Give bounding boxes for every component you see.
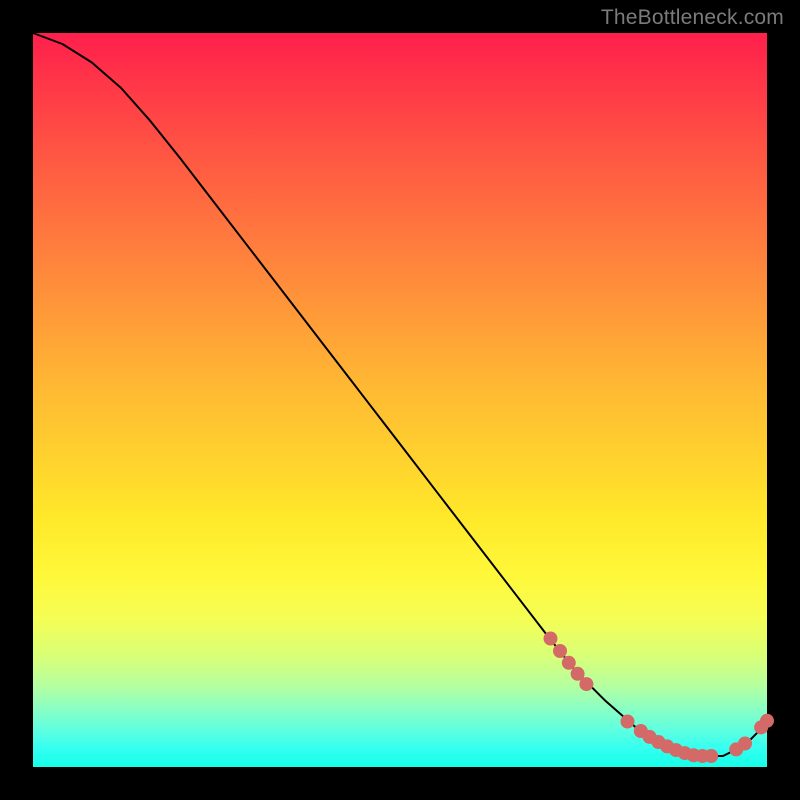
plot-area — [33, 33, 767, 767]
chart-svg — [33, 33, 767, 767]
markers-group — [544, 632, 775, 764]
data-marker — [544, 632, 558, 646]
data-marker — [553, 644, 567, 658]
watermark-text: TheBottleneck.com — [601, 6, 784, 30]
curve-line — [33, 33, 767, 756]
data-marker — [704, 749, 718, 763]
data-marker — [562, 656, 576, 670]
data-marker — [760, 714, 774, 728]
data-marker — [738, 737, 752, 751]
chart-frame: TheBottleneck.com — [0, 0, 800, 800]
data-marker — [579, 677, 593, 691]
data-marker — [621, 715, 635, 729]
